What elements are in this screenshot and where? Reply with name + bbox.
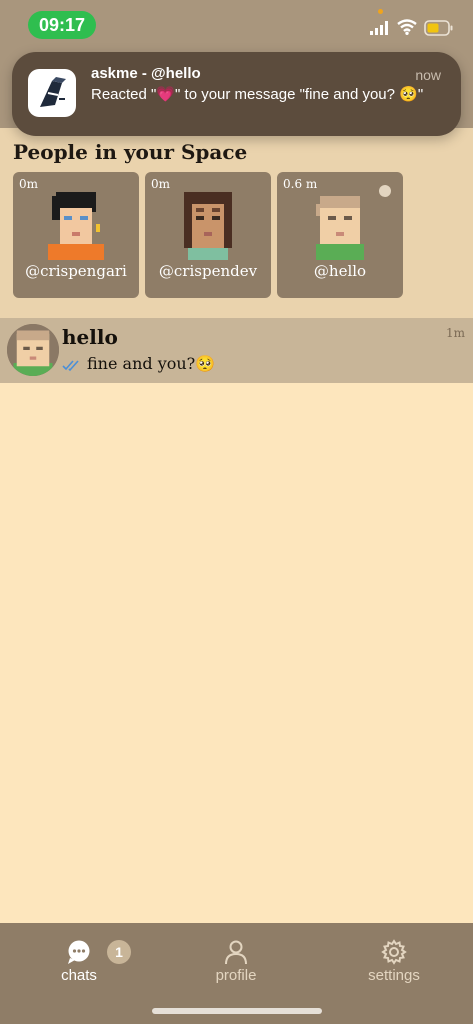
cellular-signal-icon — [370, 21, 388, 35]
person-card-crispendev[interactable]: 0m @crispendev — [145, 172, 271, 298]
person-card-crispengari[interactable]: 0m @crispengari — [13, 172, 139, 298]
double-check-icon — [62, 360, 79, 372]
pixel-avatar-crispendev — [184, 192, 232, 260]
nav-label: profile — [215, 967, 257, 984]
pixel-avatar-hello — [316, 196, 364, 260]
person-handle: @crispendev — [158, 262, 258, 280]
chat-name: hello — [62, 325, 118, 349]
person-distance: 0m — [151, 177, 171, 191]
people-in-space-title: People in your Space — [13, 140, 248, 164]
notification-time: now — [415, 67, 441, 83]
nav-settings[interactable]: settings — [339, 935, 449, 995]
privacy-indicator-dot — [378, 9, 383, 14]
person-card-hello[interactable]: 0.6 m @hello — [277, 172, 403, 298]
chat-bubble-icon — [68, 940, 90, 964]
notification-body: Reacted "💗" to your message "fine and yo… — [91, 86, 424, 103]
status-time: 09:17 — [28, 11, 96, 39]
chat-avatar — [7, 324, 59, 376]
battery-icon — [424, 20, 453, 36]
notification-title: askme - @hello — [91, 65, 201, 82]
pixel-avatar-crispengari — [48, 192, 104, 260]
online-status-dot — [379, 185, 391, 197]
chat-last-message: fine and you?🥺 — [87, 354, 216, 373]
person-icon — [225, 940, 247, 965]
chat-time: 1m — [445, 326, 465, 340]
nav-label: chats — [61, 967, 97, 984]
chat-row-hello[interactable]: hello 1m fine and you?🥺 — [0, 318, 473, 383]
home-indicator[interactable] — [152, 1008, 322, 1014]
gear-icon — [381, 939, 407, 965]
unread-badge: 1 — [107, 940, 131, 964]
person-distance: 0m — [19, 177, 39, 191]
person-handle: @hello — [313, 262, 367, 280]
wifi-icon — [397, 19, 417, 35]
push-notification[interactable]: askme - @hello now Reacted "💗" to your m… — [12, 52, 461, 136]
nav-profile[interactable]: profile — [181, 935, 291, 995]
nav-chats[interactable]: chats 1 — [24, 935, 134, 995]
person-handle: @crispengari — [25, 262, 127, 280]
askme-app-icon — [28, 69, 76, 117]
nav-label: settings — [368, 967, 420, 984]
